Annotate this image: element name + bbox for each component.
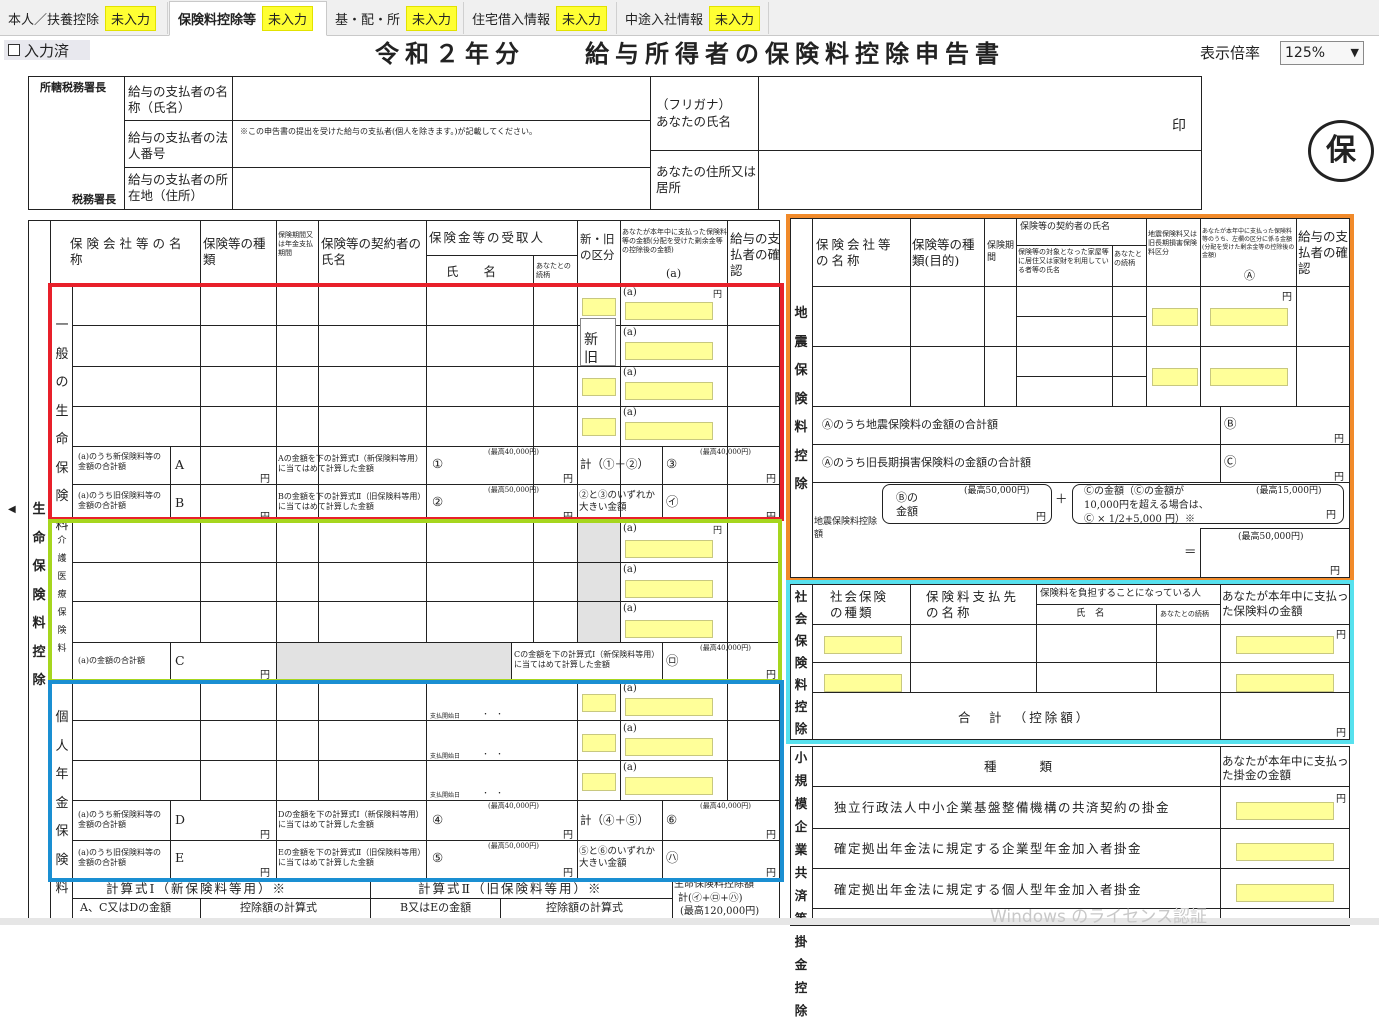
highlight-social [786, 580, 1354, 744]
highlight-pension [48, 680, 784, 882]
payer-address-label: 給与の支払者の所在地（住所） [128, 172, 229, 203]
col-name: 氏 名 [446, 264, 497, 279]
furigana-label: （フリガナ） [656, 97, 732, 112]
col-amount-mark: (a) [666, 267, 682, 280]
payer-name-label: 給与の支払者の名称（氏名） [128, 84, 229, 115]
col-company: 保険会社等の名称 [70, 236, 186, 267]
seal-mark: 印 [1172, 118, 1186, 134]
small-row2: 確定拠出年金法に規定する企業型年金加入者掛金 [834, 841, 1143, 856]
tab-mid-year-hire[interactable]: 中途入社情報 未入力 [617, 2, 769, 34]
small-amount-input[interactable] [1236, 843, 1334, 861]
tab-label: 住宅借入情報 [472, 12, 551, 28]
tab-label: 本人／扶養控除 [8, 12, 100, 28]
formula-be: B又はEの金額 [400, 901, 472, 914]
formula-calc: 控除額の計算式 [240, 901, 317, 914]
small-col-amount: あなたが本年中に支払った掛金の金額 [1222, 754, 1349, 782]
formula-acd: A、C又はDの金額 [80, 901, 172, 914]
tab-housing-loan[interactable]: 住宅借入情報 未入力 [464, 2, 617, 34]
life-total-calc: 計(㋑+㋺+㋩) [678, 893, 743, 904]
done-checkbox-row[interactable]: 入力済 [4, 40, 90, 60]
tab-label: 基・配・所 [335, 12, 401, 28]
small-row1: 独立行政法人中小企業基盤整備機構の共済契約の掛金 [834, 800, 1171, 815]
small-amount-input[interactable] [1236, 802, 1334, 820]
done-checkbox[interactable] [8, 44, 20, 56]
your-address-label: あなたの住所又は居所 [656, 164, 757, 195]
zoom-value: 125% [1285, 45, 1326, 61]
yen-unit: 円 [1336, 794, 1346, 805]
formula2-label: 計算式Ⅱ（旧保険料等用）※ [418, 881, 603, 896]
highlight-general-life [48, 283, 784, 521]
col-type: 保険等の種類 [203, 236, 266, 267]
zoom-label: 表示倍率 [1200, 44, 1261, 62]
done-checkbox-label: 入力済 [24, 41, 70, 60]
tax-office-label: 所轄税務署長 [40, 81, 106, 94]
payer-number-note: ※この申告書の提出を受けた給与の支払者(個人を除きます。)が記載してください。 [240, 127, 537, 136]
tab-basic-spouse[interactable]: 基・配・所 未入力 [327, 2, 464, 34]
formula-calc: 控除額の計算式 [546, 901, 623, 914]
small-row3: 確定拠出年金法に規定する個人型年金加入者掛金 [834, 882, 1143, 897]
formula1-label: 計算式Ⅰ（新保険料等用）※ [106, 881, 287, 896]
col-period: 保険期間又は年金支払期間 [278, 231, 313, 257]
tab-label: 中途入社情報 [625, 12, 704, 28]
col-newold: 新・旧の区分 [580, 232, 615, 262]
your-name-label: あなたの氏名 [656, 114, 732, 129]
zoom-select[interactable]: 125% ▼ [1280, 41, 1364, 65]
highlight-earthquake [786, 214, 1354, 582]
right-edge-text [1362, 222, 1376, 682]
highlight-nursing [48, 519, 782, 683]
col-contractor: 保険等の契約者の氏名 [321, 236, 422, 267]
tax-office-suffix: 税務署長 [72, 193, 116, 206]
watermark: Windows のライセンス認証 [990, 907, 1207, 927]
col-confirm: 給与の支払者の確認 [730, 231, 781, 278]
small-section-label: 小規模企業共済等掛金控除 [794, 750, 808, 1018]
tab-bar: 本人／扶養控除 未入力 保険料控除等 未入力 基・配・所 未入力 住宅借入情報 … [0, 0, 1379, 36]
hoken-stamp-icon: 保 [1308, 120, 1374, 182]
col-relation: あなたとの続柄 [536, 262, 571, 279]
tab-insurance[interactable]: 保険料控除等 未入力 [169, 1, 327, 36]
arrow-left-icon: ◀ [8, 504, 16, 515]
status-badge: 未入力 [105, 5, 157, 31]
chevron-down-icon: ▼ [1350, 46, 1359, 59]
life-total-max: (最高120,000円) [680, 906, 760, 917]
payer-number-label: 給与の支払者の法人番号 [128, 130, 229, 161]
life-section-label: 生命保険料控除 [32, 502, 46, 688]
page-title: 令和２年分 給与所得者の保険料控除申告書 [375, 39, 1005, 68]
status-badge: 未入力 [556, 5, 608, 31]
tab-label: 保険料控除等 [178, 13, 257, 28]
col-recipient: 保険金等の受取人 [429, 230, 546, 245]
col-amount: あなたが本年中に支払った保険料等の金額(分配を受けた剰余金等の控除後の金額) [622, 228, 727, 254]
small-amount-input[interactable] [1236, 884, 1334, 902]
tab-dependents[interactable]: 本人／扶養控除 未入力 [0, 2, 168, 34]
small-col-kind: 種 類 [984, 759, 1059, 774]
status-badge: 未入力 [406, 5, 458, 31]
status-badge: 未入力 [262, 6, 314, 31]
status-badge: 未入力 [709, 5, 761, 31]
